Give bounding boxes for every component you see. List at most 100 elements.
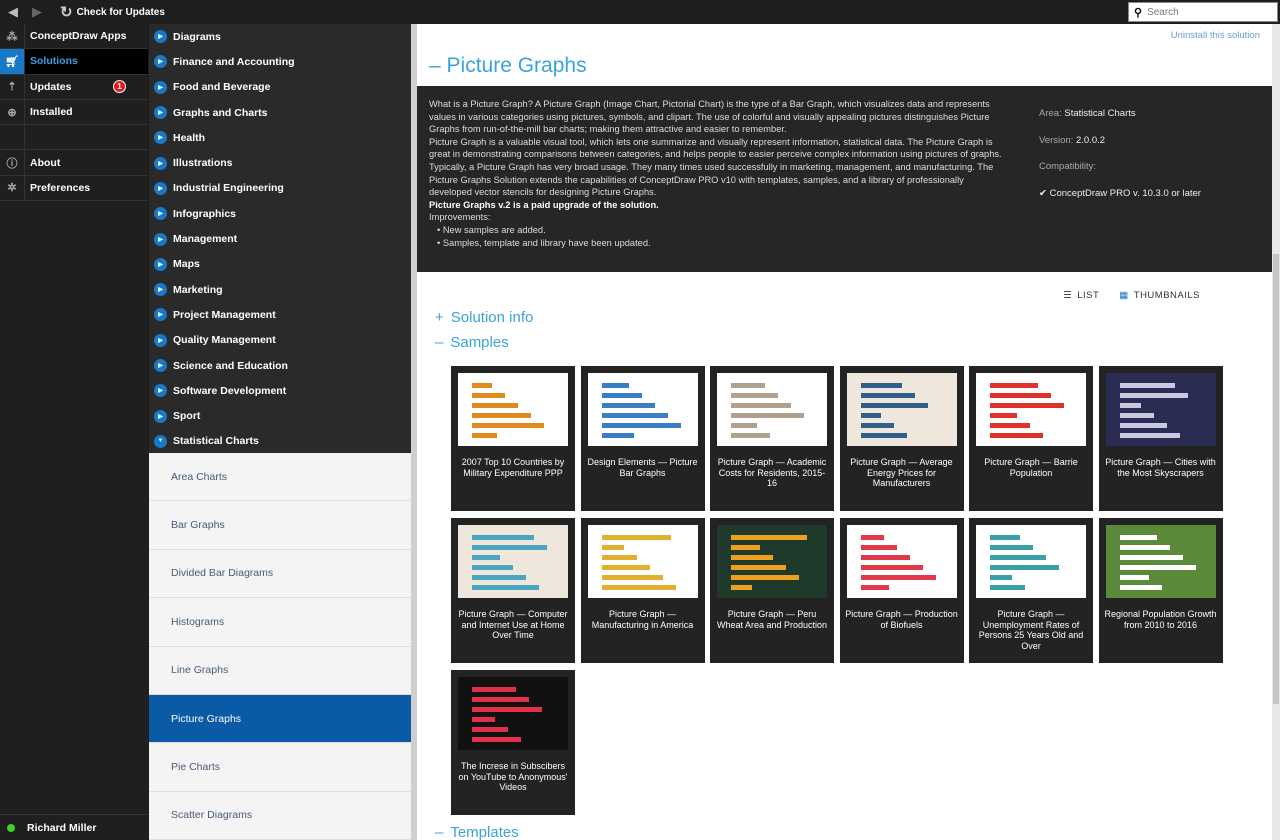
sample-thumbnail[interactable]: Picture Graph — Production of Biofuels (839, 518, 964, 663)
thumb-bar (601, 535, 671, 540)
thumb-bar (472, 383, 492, 388)
sample-thumbnail[interactable]: Design Elements — Picture Bar Graphs (580, 366, 705, 511)
category-item[interactable]: ▶ Health (149, 125, 411, 150)
nav-installed[interactable]: ⊕ Installed (0, 99, 148, 126)
category-item[interactable]: ▼ Statistical Charts (149, 429, 411, 454)
category-item[interactable]: ▶ Maps (149, 252, 411, 277)
category-item[interactable]: ▶ Science and Education (149, 353, 411, 378)
sample-thumbnail[interactable]: Picture Graph — Manufacturing in America (580, 518, 705, 663)
thumb-bar (601, 565, 650, 570)
category-item[interactable]: ▶ Graphs and Charts (149, 100, 411, 125)
thumbnail-image (846, 373, 957, 446)
nav-label: Preferences (30, 181, 91, 194)
desc-b2: • Samples, template and library have bee… (437, 237, 651, 248)
category-label: Management (173, 233, 238, 246)
sample-thumbnail[interactable]: Picture Graph — Peru Wheat Area and Prod… (710, 518, 834, 663)
section-label: Samples (450, 334, 509, 351)
nav-conceptdraw-apps[interactable]: ⁂ ConceptDraw Apps (0, 24, 148, 50)
nav-solutions[interactable]: 🛒︎ Solutions (0, 49, 148, 75)
samples-toggle[interactable]: – Samples (435, 334, 509, 351)
category-item[interactable]: ▶ Sport (149, 403, 411, 428)
solution-info-toggle[interactable]: + Solution info (435, 309, 533, 326)
sample-label: Picture Graph — Cities with the Most Sky… (1105, 457, 1216, 478)
forward-button[interactable]: ▶ (32, 5, 46, 19)
category-item[interactable]: ▶ Management (149, 226, 411, 251)
uninstall-link[interactable]: Uninstall this solution (1171, 30, 1260, 41)
thumbnail-image (587, 373, 698, 446)
back-button[interactable]: ◀ (8, 5, 22, 19)
category-item[interactable]: ▶ Project Management (149, 302, 411, 327)
subcategory-item[interactable]: Histograms (149, 598, 411, 647)
play-icon: ▶ (154, 106, 167, 120)
thumb-bar (990, 433, 1043, 438)
category-item[interactable]: ▶ Illustrations (149, 150, 411, 175)
category-item[interactable]: ▶ Software Development (149, 378, 411, 403)
templates-toggle[interactable]: – Templates (435, 824, 519, 840)
sample-label: Picture Graph — Unemployment Rates of Pe… (978, 609, 1084, 651)
sample-thumbnail[interactable]: 2007 Top 10 Countries by Military Expend… (451, 366, 575, 511)
category-item[interactable]: ▶ Diagrams (149, 24, 411, 49)
sample-thumbnail[interactable]: Picture Graph — Unemployment Rates of Pe… (969, 518, 1093, 663)
thumb-bar (1119, 565, 1196, 570)
compat-value: ConceptDraw PRO v. 10.3.0 or later (1049, 187, 1201, 199)
category-item[interactable]: ▶ Industrial Engineering (149, 176, 411, 201)
list-view-button[interactable]: ☰ LIST (1063, 290, 1099, 301)
thumb-bar (1119, 575, 1149, 580)
section-label: Solution info (450, 309, 534, 326)
subcategory-item[interactable]: Bar Graphs (149, 501, 411, 550)
thumb-bar (472, 403, 518, 408)
sample-label: Picture Graph — Production of Biofuels (845, 609, 958, 630)
sample-thumbnail[interactable]: Picture Graph — Barrie Population (969, 366, 1093, 511)
thumb-bar (601, 433, 634, 438)
thumb-bar (990, 555, 1046, 560)
sample-label: Picture Graph — Computer and Internet Us… (458, 609, 568, 640)
category-item[interactable]: ▶ Infographics (149, 201, 411, 226)
category-label: Food and Beverage (173, 81, 271, 94)
thumb-bar (472, 575, 526, 580)
check-updates-label: Check for Updates (76, 6, 165, 18)
nav-updates[interactable]: ⇡ Updates 1 (0, 74, 148, 100)
subcategory-item[interactable]: Picture Graphs (149, 694, 411, 744)
thumbnails-view-button[interactable]: ▦ THUMBNAILS (1119, 290, 1200, 301)
sample-label: Picture Graph — Academic Costs for Resid… (717, 457, 827, 488)
expand-icon: + (435, 309, 444, 326)
apps-icon: ⁂ (0, 24, 25, 49)
desc-b1: • New samples are added. (437, 224, 546, 235)
category-item[interactable]: ▶ Marketing (149, 277, 411, 302)
nav-about[interactable]: ⓘ About (0, 150, 148, 176)
play-icon: ▶ (154, 80, 167, 94)
nav-label: Installed (30, 106, 73, 119)
category-label: Infographics (173, 207, 237, 220)
thumb-bar (731, 433, 770, 438)
main-scrollbar[interactable] (1272, 24, 1280, 840)
category-label: Sport (173, 410, 201, 423)
page-title: – Picture Graphs (429, 54, 587, 77)
category-item[interactable]: ▶ Quality Management (149, 328, 411, 353)
solution-content: Uninstall this solution – Picture Graphs… (417, 24, 1272, 840)
search-input[interactable]: ⚲ Search (1128, 2, 1278, 22)
check-updates-button[interactable]: ↻ Check for Updates (60, 3, 165, 21)
category-item[interactable]: ▶ Finance and Accounting (149, 49, 411, 74)
thumb-bar (472, 717, 495, 722)
subcategory-item[interactable]: Divided Bar Diagrams (149, 550, 411, 599)
scrollbar-thumb[interactable] (1273, 254, 1279, 704)
sample-thumbnail[interactable]: Picture Graph — Computer and Internet Us… (451, 518, 575, 663)
subcategory-item[interactable]: Pie Charts (149, 743, 411, 792)
thumb-bar (1119, 383, 1175, 388)
nav-preferences[interactable]: ✲ Preferences (0, 175, 148, 202)
user-status[interactable]: Richard Miller (0, 814, 148, 840)
updates-badge: 1 (113, 80, 126, 94)
sample-thumbnail[interactable]: The Increse in Subscibers on YouTube to … (451, 670, 575, 815)
view-toggle: ☰ LIST ▦ THUMBNAILS (1063, 290, 1200, 301)
sample-thumbnail[interactable]: Picture Graph — Academic Costs for Resid… (710, 366, 834, 511)
subcategory-item[interactable]: Line Graphs (149, 647, 411, 695)
thumb-bar (1119, 555, 1183, 560)
desc-p3: Typically, a Picture Graph has very broa… (429, 161, 994, 198)
sample-thumbnail[interactable]: Picture Graph — Cities with the Most Sky… (1098, 366, 1223, 511)
category-item[interactable]: ▶ Food and Beverage (149, 75, 411, 100)
sample-thumbnail[interactable]: Regional Population Growth from 2010 to … (1098, 518, 1223, 663)
thumb-bar (990, 393, 1051, 398)
subcategory-item[interactable]: Area Charts (149, 453, 411, 502)
subcategory-item[interactable]: Scatter Diagrams (149, 792, 411, 840)
sample-thumbnail[interactable]: Picture Graph — Average Energy Prices fo… (839, 366, 964, 511)
